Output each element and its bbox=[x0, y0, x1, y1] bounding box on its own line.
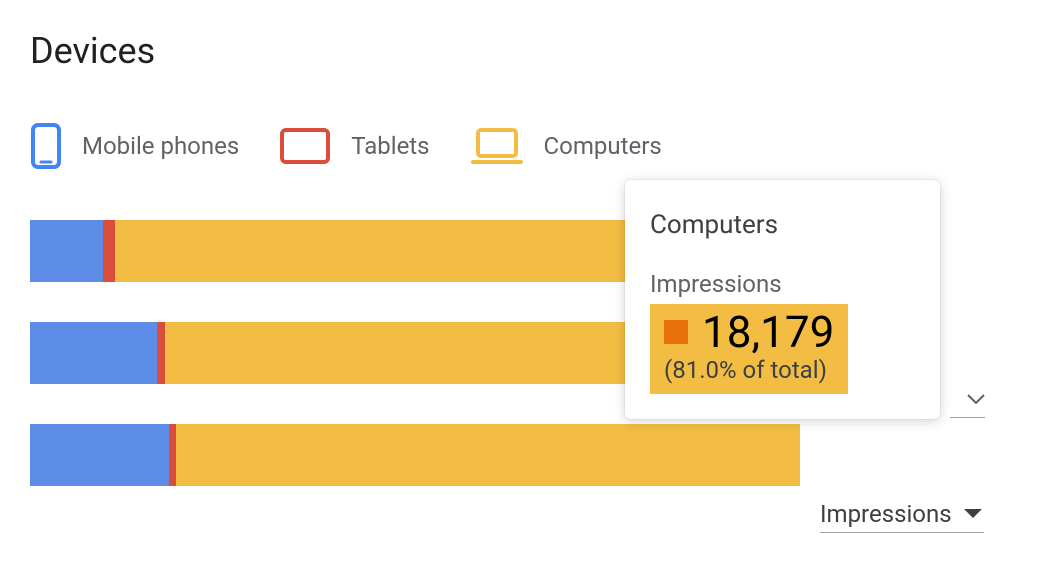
page-title: Devices bbox=[30, 30, 1014, 72]
metric-dropdown[interactable]: Impressions bbox=[820, 500, 984, 533]
bar-segment-mobile[interactable] bbox=[30, 424, 169, 486]
tooltip-value-box: 18,179 (81.0% of total) bbox=[650, 304, 848, 394]
legend-item-computers[interactable]: Computers bbox=[470, 126, 662, 166]
bar-segment-tablets[interactable] bbox=[103, 220, 115, 282]
bar-segment-tablets[interactable] bbox=[169, 424, 177, 486]
bar-segment-mobile[interactable] bbox=[30, 220, 103, 282]
legend-label-mobile: Mobile phones bbox=[82, 132, 239, 160]
bar-row[interactable] bbox=[30, 424, 800, 486]
metric-dropdown-partial[interactable] bbox=[950, 384, 985, 418]
dropdown-selected-label: Impressions bbox=[820, 500, 952, 528]
bar-segment-tablets[interactable] bbox=[157, 322, 165, 384]
legend-label-computers: Computers bbox=[544, 132, 662, 160]
tablet-icon bbox=[279, 127, 331, 165]
tooltip-value: 18,179 bbox=[702, 310, 834, 354]
tooltip-metric-label: Impressions bbox=[650, 270, 915, 298]
tooltip-title: Computers bbox=[650, 210, 915, 240]
legend-label-tablets: Tablets bbox=[351, 132, 429, 160]
bar-segment-mobile[interactable] bbox=[30, 322, 157, 384]
laptop-icon bbox=[470, 126, 524, 166]
tooltip-color-swatch bbox=[664, 320, 688, 344]
tooltip-percent: (81.0% of total) bbox=[664, 356, 834, 384]
chevron-down-icon bbox=[962, 507, 984, 521]
legend-item-tablets[interactable]: Tablets bbox=[279, 127, 429, 165]
bar-segment-computers[interactable] bbox=[176, 424, 800, 486]
chart-tooltip: Computers Impressions 18,179 (81.0% of t… bbox=[625, 180, 940, 419]
chevron-down-icon bbox=[967, 391, 985, 410]
mobile-phone-icon bbox=[30, 122, 62, 170]
legend-item-mobile[interactable]: Mobile phones bbox=[30, 122, 239, 170]
chart-legend: Mobile phones Tablets Computers bbox=[30, 122, 1014, 170]
